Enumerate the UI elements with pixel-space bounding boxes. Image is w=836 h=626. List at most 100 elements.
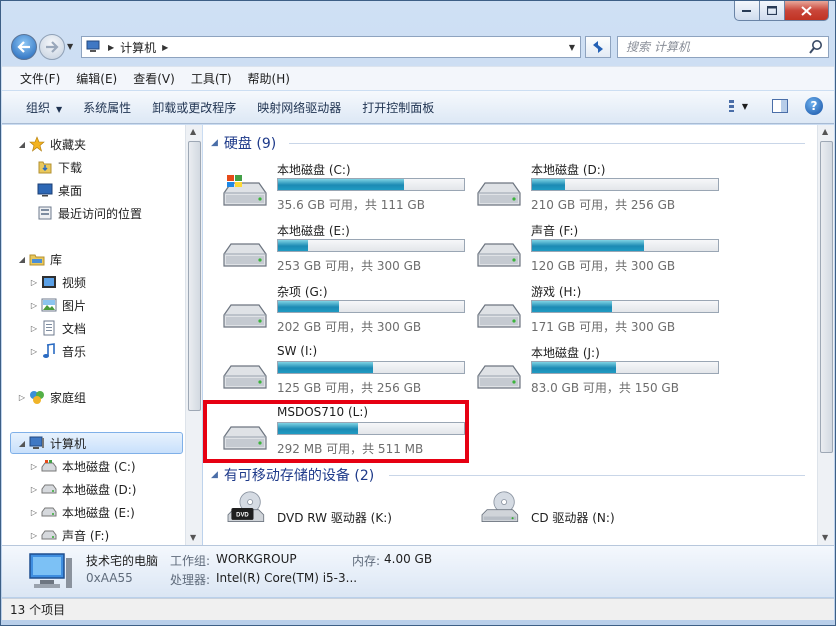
drive-capacity-text: 125 GB 可用，共 256 GB [277,381,422,395]
nav-drive-f-label: 声音 (F:) [62,528,110,543]
drive-item[interactable]: 本地磁盘 (J:) 83.0 GB 可用，共 150 GB [461,344,719,402]
drive-capacity-text: 83.0 GB 可用，共 150 GB [531,381,679,395]
expand-arrow-icon[interactable]: ▷ [28,531,40,540]
expand-arrow-icon[interactable]: ▷ [28,485,40,494]
nav-videos[interactable]: ▷ 视频 [28,271,86,293]
search-input[interactable] [626,40,796,54]
nav-drive-e-label: 本地磁盘 (E:) [62,505,135,520]
menu-help[interactable]: 帮助(H) [248,70,290,87]
help-icon: ? [805,97,823,115]
nav-pictures-label: 图片 [62,298,87,313]
uninstall-program-button[interactable]: 卸载或更改程序 [152,99,236,116]
drive-name: 本地磁盘 (J:) [531,346,600,360]
drive-name: 杂项 (G:) [277,285,328,299]
expand-arrow-icon[interactable]: ▷ [28,508,40,517]
hard-drive-icon [477,243,521,267]
hard-drive-icon [477,182,521,206]
group-header-removable[interactable]: ◢ 有可移动存储的设备 (2) [211,465,374,485]
recent-pages-dropdown[interactable]: ▼ [67,42,73,51]
nav-pane-scrollbar[interactable]: ▲ ▼ [185,125,202,545]
nav-homegroup[interactable]: ▷ 家庭组 [16,386,86,408]
nav-music[interactable]: ▷ 音乐 [28,340,86,362]
nav-computer[interactable]: ◢ 计算机 [10,432,183,454]
nav-recent[interactable]: 最近访问的位置 [24,202,142,224]
drive-item[interactable]: 本地磁盘 (E:) 253 GB 可用，共 300 GB [207,222,465,280]
nav-desktop[interactable]: 桌面 [24,179,82,201]
forward-button[interactable] [39,34,65,60]
expand-arrow-icon[interactable]: ▷ [28,462,40,471]
drive-item[interactable]: 本地磁盘 (C:) 35.6 GB 可用，共 111 GB [207,161,465,219]
collapse-arrow-icon[interactable]: ◢ [16,140,28,149]
drive-item[interactable]: 游戏 (H:) 171 GB 可用，共 300 GB [461,283,719,341]
maximize-button[interactable] [760,1,785,21]
menu-file[interactable]: 文件(F) [20,70,60,87]
address-row: ▼ ▶ 计算机 ▶ ▼ [9,33,831,61]
close-button[interactable] [785,1,829,21]
scroll-up-icon[interactable]: ▲ [822,127,828,136]
chevron-down-icon: ▼ [56,104,63,114]
nav-pictures[interactable]: ▷ 图片 [28,294,86,316]
scroll-up-icon[interactable]: ▲ [190,127,196,136]
explorer-window: ▼ ▶ 计算机 ▶ ▼ 文件(F) 编辑(E) 查看(V) 工具(T) 帮助(H… [0,0,836,626]
nav-drive-f[interactable]: ▷ 声音 (F:) [28,524,109,545]
address-bar[interactable]: ▶ 计算机 ▶ ▼ [81,36,581,58]
open-control-panel-button[interactable]: 打开控制面板 [362,99,434,116]
nav-drive-c[interactable]: ▷ 本地磁盘 (C:) [28,455,136,477]
nav-favorites[interactable]: ◢ 收藏夹 [16,133,86,155]
nav-libraries[interactable]: ◢ 库 [16,248,62,270]
collapse-arrow-icon[interactable]: ◢ [211,138,218,148]
content-pane-scrollbar[interactable]: ▲ ▼ [817,125,834,545]
back-button[interactable] [11,34,37,60]
scroll-down-icon[interactable]: ▼ [822,533,828,542]
search-icon[interactable] [808,39,824,55]
organize-button[interactable]: 组织 ▼ [26,99,62,116]
preview-pane-button[interactable] [770,97,790,115]
menu-edit[interactable]: 编辑(E) [76,70,117,87]
expand-arrow-icon[interactable]: ▷ [28,278,40,287]
nav-drive-d[interactable]: ▷ 本地磁盘 (D:) [28,478,137,500]
breadcrumb-computer[interactable]: 计算机 [120,39,156,56]
help-button[interactable]: ? [804,97,824,115]
processor-value: Intel(R) Core(TM) i5-3... [216,571,358,585]
nav-downloads[interactable]: 下载 [24,156,82,178]
group-header-hard-disks[interactable]: ◢ 硬盘 (9) [211,133,276,153]
system-properties-button[interactable]: 系统属性 [83,99,131,116]
drive-capacity-text: 120 GB 可用，共 300 GB [531,259,676,273]
menu-tools[interactable]: 工具(T) [191,70,232,87]
drive-item[interactable]: 声音 (F:) 120 GB 可用，共 300 GB [461,222,719,280]
breadcrumb-separator[interactable]: ▶ [108,43,114,52]
search-box[interactable] [617,36,829,58]
expand-arrow-icon[interactable]: ▷ [16,393,28,402]
menu-view[interactable]: 查看(V) [133,70,175,87]
nav-documents[interactable]: ▷ 文档 [28,317,86,339]
drive-name: 本地磁盘 (D:) [531,163,606,177]
collapse-arrow-icon[interactable]: ◢ [16,255,28,264]
refresh-button[interactable] [585,36,611,58]
drive-usage-fill [278,362,373,373]
drive-usage-fill [532,301,612,312]
map-network-drive-button[interactable]: 映射网络驱动器 [257,99,341,116]
nav-scroll-thumb[interactable] [188,141,201,411]
drive-item[interactable]: 本地磁盘 (D:) 210 GB 可用，共 256 GB [461,161,719,219]
collapse-arrow-icon[interactable]: ◢ [16,439,28,448]
drive-item[interactable]: SW (I:) 125 GB 可用，共 256 GB [207,344,465,402]
breadcrumb-separator[interactable]: ▶ [162,43,168,52]
forward-arrow-icon [46,41,59,53]
content-scroll-thumb[interactable] [820,141,833,453]
optical-drive-dvd[interactable]: DVD DVD RW 驱动器 (K:) [207,487,457,545]
scroll-down-icon[interactable]: ▼ [190,533,196,542]
group-removable-label: 有可移动存储的设备 (2) [223,468,375,484]
expand-arrow-icon[interactable]: ▷ [28,347,40,356]
change-view-button[interactable]: ▼ [728,97,748,115]
computer-icon [29,553,72,588]
nav-drive-e[interactable]: ▷ 本地磁盘 (E:) [28,501,135,523]
optical-drive-cd[interactable]: CD 驱动器 (N:) [461,487,711,545]
collapse-arrow-icon[interactable]: ◢ [211,470,218,480]
address-history-dropdown[interactable]: ▼ [569,43,575,52]
minimize-button[interactable] [734,1,760,21]
drive-usage-bar [277,361,465,374]
drive-item[interactable]: 杂项 (G:) 202 GB 可用，共 300 GB [207,283,465,341]
close-icon [801,5,812,16]
expand-arrow-icon[interactable]: ▷ [28,301,40,310]
expand-arrow-icon[interactable]: ▷ [28,324,40,333]
